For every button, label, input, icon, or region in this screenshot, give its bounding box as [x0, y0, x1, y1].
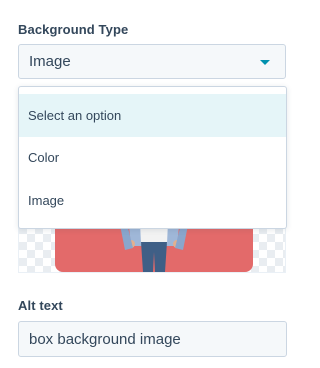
alt-text-label: Alt text	[18, 298, 63, 313]
caret-down-icon[interactable]	[260, 60, 270, 65]
background-type-select[interactable]: Image	[18, 44, 286, 79]
option-label: Select an option	[28, 108, 122, 123]
option-label: Color	[28, 150, 60, 165]
option-color[interactable]: Color	[19, 136, 286, 179]
select-value: Image	[29, 53, 71, 70]
option-image[interactable]: Image	[19, 179, 286, 222]
alt-text-input[interactable]	[18, 321, 287, 357]
background-type-dropdown-menu: Select an option Color Image	[18, 86, 287, 229]
option-label: Image	[28, 193, 65, 208]
background-type-label: Background Type	[18, 22, 129, 37]
option-select-an-option[interactable]: Select an option	[19, 94, 286, 137]
